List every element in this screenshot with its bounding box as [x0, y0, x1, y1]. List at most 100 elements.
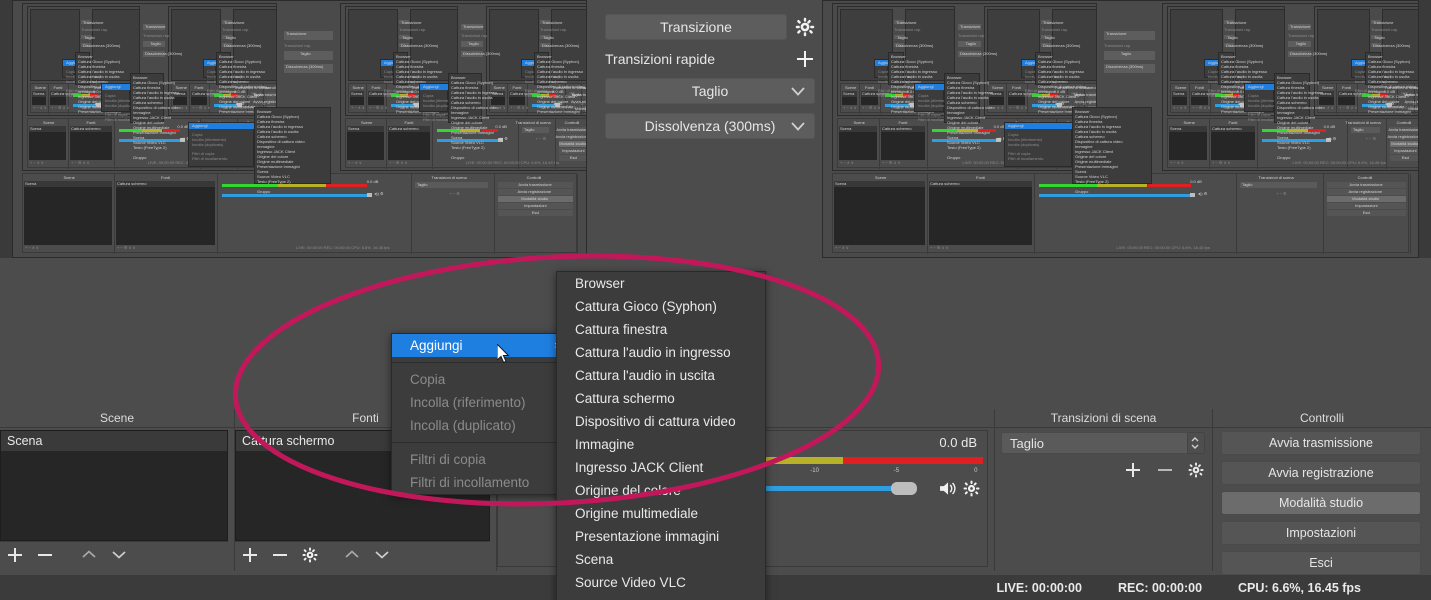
- thumbnail-text: Incolla (duplicato): [1008, 142, 1040, 147]
- chevron-down-icon[interactable]: [367, 543, 397, 567]
- minus-icon[interactable]: [265, 543, 295, 567]
- settings-button[interactable]: Impostazioni: [1221, 521, 1421, 545]
- thumb-source-list: Cattura schermo: [1211, 126, 1255, 160]
- thumbnail-text: Scena: [78, 114, 89, 115]
- preview-pane[interactable]: Transizione Transizioni rap. Taglio Dissolv…: [12, 0, 587, 258]
- plus-icon[interactable]: [235, 543, 265, 567]
- thumb-meter-yellow: [1097, 184, 1147, 187]
- thumbnail-text: Avvia registrazione: [1387, 133, 1419, 139]
- thumb-context-menu: AggiungiCopiaIncolla (riferimento)Incoll…: [419, 83, 458, 122]
- volume-slider-handle[interactable]: [891, 481, 917, 495]
- thumb-submenu: Browser Cattura Gioco (Syphon) Cattura fin…: [1365, 52, 1416, 115]
- gear-icon[interactable]: [959, 480, 983, 497]
- gear-icon[interactable]: [295, 543, 325, 567]
- program-recursive-content: Transizione Transizioni rap. Taglio Dissolv…: [823, 1, 1418, 257]
- thumb-dock: Scene Scena + − ∧ ∨: [841, 84, 860, 114]
- source-context-menu[interactable]: Aggiungi › Copia Incolla (riferimento) I…: [391, 333, 569, 495]
- submenu-item-source-video-vlc[interactable]: Source Video VLC: [557, 571, 765, 594]
- thumbnail-text: Transizione: [1290, 23, 1311, 29]
- speaker-icon[interactable]: [937, 481, 959, 496]
- thumbnail-text: Scena: [843, 91, 855, 96]
- gear-icon[interactable]: [1188, 462, 1204, 483]
- thumbnail-text: Impostazioni: [562, 147, 585, 153]
- thumb-meter-green: [1039, 184, 1097, 187]
- thumbnail-text: Transizione: [896, 19, 917, 25]
- thumbnail-text: Dissolvenza (300ms): [1226, 42, 1264, 48]
- quick-transitions-label: Transizioni rapide: [605, 51, 715, 67]
- submenu-item-origine-multimediale[interactable]: Origine multimediale: [557, 502, 765, 525]
- thumb-context-menu: AggiungiCopiaIncolla (riferimento)Incoll…: [203, 59, 242, 98]
- gear-icon[interactable]: [795, 17, 815, 37]
- context-menu-item-aggiungi[interactable]: Aggiungi ›: [392, 334, 568, 357]
- program-pane[interactable]: Transizione Transizioni rap. Taglio Dissolv…: [822, 0, 1419, 258]
- submenu-item-scena[interactable]: Scena: [557, 548, 765, 571]
- submenu-item-origine-del-colore[interactable]: Origine del colore: [557, 479, 765, 502]
- thumb-context-menu: AggiungiCopiaIncolla (riferimento)Incoll…: [188, 122, 255, 167]
- start-streaming-button[interactable]: Avvia trasmissione: [1221, 431, 1421, 455]
- thumbnail-text: Taglio: [1374, 34, 1385, 40]
- scene-transition-select[interactable]: Taglio: [1001, 432, 1189, 454]
- start-recording-button[interactable]: Avvia registrazione: [1221, 461, 1421, 485]
- submenu-item-testo-freetype-2[interactable]: Testo (FreeType 2): [557, 594, 765, 600]
- add-source-submenu[interactable]: Browser Cattura Gioco (Syphon) Cattura f…: [556, 271, 766, 600]
- plus-icon[interactable]: [1124, 461, 1142, 484]
- status-rec: REC: 00:00:00: [1117, 580, 1203, 595]
- thumbnail-text: Fonti: [1228, 120, 1238, 125]
- scene-list-item[interactable]: Scena: [1, 431, 227, 451]
- submenu-item-immagine[interactable]: Immagine: [557, 433, 765, 456]
- chevron-up-icon[interactable]: [74, 543, 104, 567]
- mixer-db-value: 0.0 dB: [939, 435, 977, 450]
- thumbnail-text: Scena: [219, 114, 230, 115]
- minus-icon[interactable]: [1156, 461, 1174, 484]
- exit-button[interactable]: Esci: [1221, 551, 1421, 575]
- scene-list[interactable]: Scena: [0, 430, 228, 541]
- thumbnail-text: Dissolvenza (300ms): [1290, 50, 1328, 56]
- updown-arrows-icon[interactable]: [1187, 432, 1205, 454]
- thumbnail-text: Scena: [1368, 114, 1379, 115]
- quick-transition-dissolvenza-button[interactable]: Dissolvenza (300ms): [605, 113, 815, 139]
- chevron-up-icon[interactable]: [337, 543, 367, 567]
- submenu-item-cattura-finestra[interactable]: Cattura finestra: [557, 318, 765, 341]
- submenu-item-ingresso-jack-client[interactable]: Ingresso JACK Client: [557, 456, 765, 479]
- submenu-item-browser[interactable]: Browser: [557, 272, 765, 295]
- submenu-item-cattura-schermo[interactable]: Cattura schermo: [557, 387, 765, 410]
- thumb-control-button: [1418, 99, 1419, 105]
- thumbnail-text: Dissolvenza (300ms): [224, 42, 262, 48]
- thumb-dock: Fonti Cattura schermo + − ⚙ ∧ ∨: [69, 119, 115, 169]
- thumb-source-list: Cattura schermo: [1191, 91, 1222, 105]
- thumbnail-text: Aggiungi: [192, 122, 208, 128]
- submenu-item-cattura-gioco-syphon[interactable]: Cattura Gioco (Syphon): [557, 295, 765, 318]
- thumb-submenu: Browser Cattura Gioco (Syphon) Cattura fin…: [130, 73, 181, 160]
- thumb-submenu: Browser Cattura Gioco (Syphon) Cattura fin…: [1072, 107, 1152, 194]
- thumbnail-text: Testo (FreeType 2): [133, 145, 167, 150]
- submenu-item-presentazione-immagini[interactable]: Presentazione immagini: [557, 525, 765, 548]
- transition-button[interactable]: Transizione: [605, 14, 787, 40]
- submenu-item-dispositivo-di-cattura-video[interactable]: Dispositivo di cattura video: [557, 410, 765, 433]
- status-live: LIVE: 00:00:00: [996, 580, 1082, 595]
- thumb-program-pane: Transizione Transizioni rap. Taglio Dissolv…: [168, 6, 276, 116]
- thumbnail-text: + − ∧ ∨: [30, 160, 44, 165]
- thumbnail-text: ◂)) ⚙: [1197, 191, 1208, 196]
- thumbnail-text: Impostazioni: [1394, 147, 1417, 153]
- thumbnail-text: + − ⚙ ∧ ∨: [117, 245, 136, 250]
- studio-mode-button[interactable]: Modalità studio: [1221, 491, 1421, 515]
- chevron-down-icon[interactable]: [104, 543, 134, 567]
- thumbnail-text: Dissolvenza (300ms): [145, 50, 183, 56]
- thumb-control-button: [1418, 92, 1419, 98]
- thumbnail-text: Controlli: [564, 120, 580, 125]
- thumbnail-text: Aggiungi: [1248, 83, 1264, 89]
- thumbnail-text: Testo (FreeType 2): [1075, 179, 1109, 184]
- thumbnail-text: Transizioni rap.: [1224, 27, 1252, 32]
- submenu-item-cattura-audio-in-uscita[interactable]: Cattura l'audio in uscita: [557, 364, 765, 387]
- thumbnail-text: Avvia registrazione: [1348, 188, 1383, 194]
- dock-controls-body: Avvia trasmissione Avvia registrazione M…: [1213, 428, 1431, 581]
- plus-icon[interactable]: [795, 49, 815, 69]
- thumbnail-text: Scena: [840, 126, 852, 131]
- plus-icon[interactable]: [0, 543, 30, 567]
- submenu-item-cattura-audio-in-ingresso[interactable]: Cattura l'audio in ingresso: [557, 341, 765, 364]
- thumbnail-text: Avvia registrazione: [570, 98, 587, 104]
- minus-icon[interactable]: [30, 543, 60, 567]
- thumb-meter-green: [222, 184, 278, 187]
- quick-transition-taglio-button[interactable]: Taglio: [605, 78, 815, 104]
- transition-controls: Transizione Transizioni rapide Taglio Di…: [605, 14, 815, 148]
